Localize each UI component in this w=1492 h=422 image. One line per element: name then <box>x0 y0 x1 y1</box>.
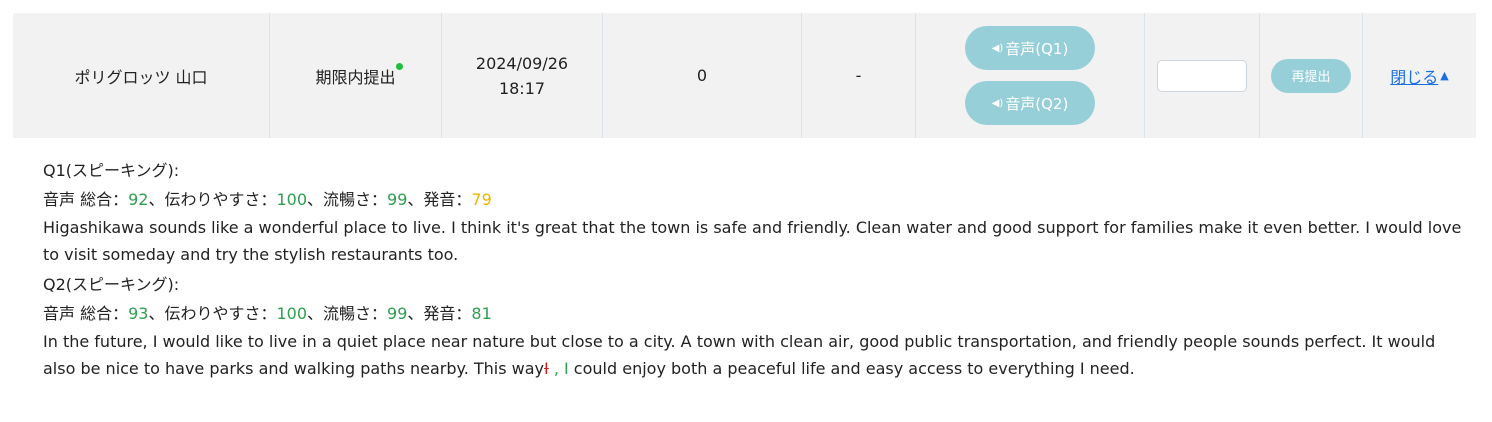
deleted-text: I <box>544 359 549 378</box>
audio-q2-label: 音声(Q2) <box>1005 94 1069 113</box>
q2-clarity: 100 <box>276 304 308 323</box>
q1-scores: 音声 総合：92、伝わりやすさ：100、流暢さ：99、発音：79 <box>43 190 492 209</box>
q1-title: Q1(スピーキング): <box>43 161 180 180</box>
q1-overall: 92 <box>128 190 149 209</box>
triangle-up-icon[interactable]: ▲ <box>1440 69 1448 82</box>
q2-scores: 音声 総合：93、伝わりやすさ：100、流暢さ：99、発音：81 <box>43 304 492 323</box>
q2-answer: In the future, I would like to live in a… <box>43 332 1436 378</box>
speaker-icon: ◀) <box>991 97 1004 109</box>
answer-detail: Q1(スピーキング): 音声 総合：92、伝わりやすさ：100、流暢さ：99、発… <box>43 156 1463 382</box>
close-label: 閉じる <box>1390 67 1439 87</box>
resubmit-cell: 再提出 <box>1260 13 1363 138</box>
close-cell: 閉じる ▲ <box>1363 13 1476 138</box>
score-input-cell <box>1145 13 1260 138</box>
green-dot-icon <box>395 62 403 70</box>
q2-overall: 93 <box>128 304 149 323</box>
speaker-icon: ◀) <box>991 42 1004 54</box>
status-label: 期限内提出 <box>315 67 396 87</box>
q2-block: Q2(スピーキング): 音声 総合：93、伝わりやすさ：100、流暢さ：99、発… <box>43 270 1463 382</box>
score-input[interactable] <box>1157 59 1247 92</box>
q1-answer: Higashikawa sounds like a wonderful plac… <box>43 218 1462 264</box>
q2-title: Q2(スピーキング): <box>43 275 180 294</box>
resubmit-button[interactable]: 再提出 <box>1271 58 1351 93</box>
submitted-time: 18:17 <box>498 78 546 98</box>
q1-block: Q1(スピーキング): 音声 総合：92、伝わりやすさ：100、流暢さ：99、発… <box>43 156 1463 268</box>
inserted-text: , I <box>553 359 569 378</box>
submitted-at-cell: 2024/09/26 18:17 <box>442 13 603 138</box>
q1-pronunciation: 79 <box>471 190 492 209</box>
submission-row: ポリグロッツ 山口 期限内提出 2024/09/26 18:17 0 - ◀) … <box>13 13 1476 138</box>
submitted-date: 2024/09/26 <box>475 53 569 73</box>
score-value: 0 <box>696 66 708 85</box>
q2-pronunciation: 81 <box>471 304 492 323</box>
submission-status: 期限内提出 <box>315 62 403 88</box>
audio-q2-button[interactable]: ◀) 音声(Q2) <box>965 81 1095 125</box>
audio-q1-button[interactable]: ◀) 音声(Q1) <box>965 26 1095 70</box>
q2-fluency: 99 <box>387 304 408 323</box>
q1-clarity: 100 <box>276 190 308 209</box>
student-name-cell: ポリグロッツ 山口 <box>13 13 270 138</box>
close-link[interactable]: 閉じる <box>1390 64 1438 88</box>
grade-value: - <box>855 66 862 85</box>
score-cell: 0 <box>603 13 802 138</box>
grade-cell: - <box>802 13 916 138</box>
audio-cell: ◀) 音声(Q1) ◀) 音声(Q2) <box>916 13 1145 138</box>
audio-q1-label: 音声(Q1) <box>1005 39 1069 58</box>
q1-fluency: 99 <box>387 190 408 209</box>
student-name: ポリグロッツ 山口 <box>74 67 208 87</box>
status-cell: 期限内提出 <box>270 13 442 138</box>
